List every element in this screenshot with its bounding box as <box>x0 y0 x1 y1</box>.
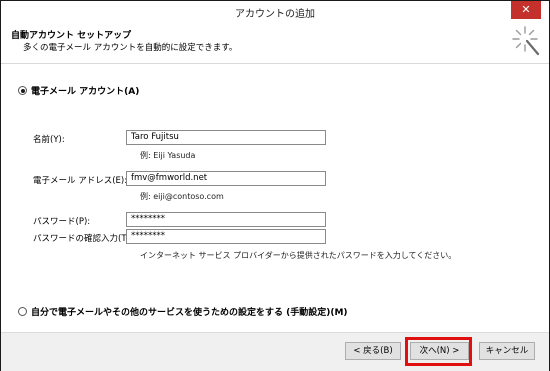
email-input[interactable]: fmv@fmworld.net <box>126 171 326 186</box>
email-hint: 例: eiji@contoso.com <box>140 192 224 201</box>
manual-setup-radio[interactable]: 自分で電子メールやその他のサービスを使うための設定をする (手動設定)(M) <box>18 305 348 318</box>
next-button-highlight <box>405 337 472 366</box>
email-account-radio[interactable]: 電子メール アカウント(A) <box>18 84 139 97</box>
radio-unselected-icon <box>18 307 27 316</box>
header-subtitle: 多くの電子メール アカウントを自動的に設定できます。 <box>23 43 238 53</box>
email-account-label: 電子メール アカウント(A) <box>31 87 140 97</box>
name-hint: 例: Eiji Yasuda <box>140 151 196 160</box>
password-label: パスワード(P): <box>33 217 91 227</box>
name-input[interactable]: Taro Fujitsu <box>126 130 326 145</box>
window-title: アカウントの追加 <box>235 9 315 20</box>
password-confirm-label: パスワードの確認入力(T): <box>33 234 133 244</box>
wizard-wand-icon <box>512 26 540 56</box>
add-account-dialog: アカウントの追加 ✕ 自動アカウント セットアップ 多くの電子メール アカウント… <box>0 0 550 371</box>
back-button[interactable]: < 戻る(B) <box>345 342 401 360</box>
password-confirm-input[interactable]: ******** <box>126 229 326 244</box>
wizard-header: 自動アカウント セットアップ 多くの電子メール アカウントを自動的に設定できます… <box>1 21 549 64</box>
form-area: 電子メール アカウント(A) 名前(Y): Taro Fujitsu 例: Ei… <box>1 64 549 332</box>
password-input[interactable]: ******** <box>126 212 326 227</box>
manual-setup-label: 自分で電子メールやその他のサービスを使うための設定をする (手動設定)(M) <box>31 308 348 318</box>
radio-selected-icon <box>18 86 27 95</box>
title-bar: アカウントの追加 ✕ <box>1 1 549 21</box>
email-label: 電子メール アドレス(E): <box>33 176 128 186</box>
cancel-button[interactable]: キャンセル <box>479 342 535 360</box>
close-button[interactable]: ✕ <box>511 1 541 19</box>
password-hint: インターネット サービス プロバイダーから提供されたパスワードを入力してください… <box>140 251 457 260</box>
header-title: 自動アカウント セットアップ <box>11 31 132 41</box>
name-label: 名前(Y): <box>33 135 65 145</box>
